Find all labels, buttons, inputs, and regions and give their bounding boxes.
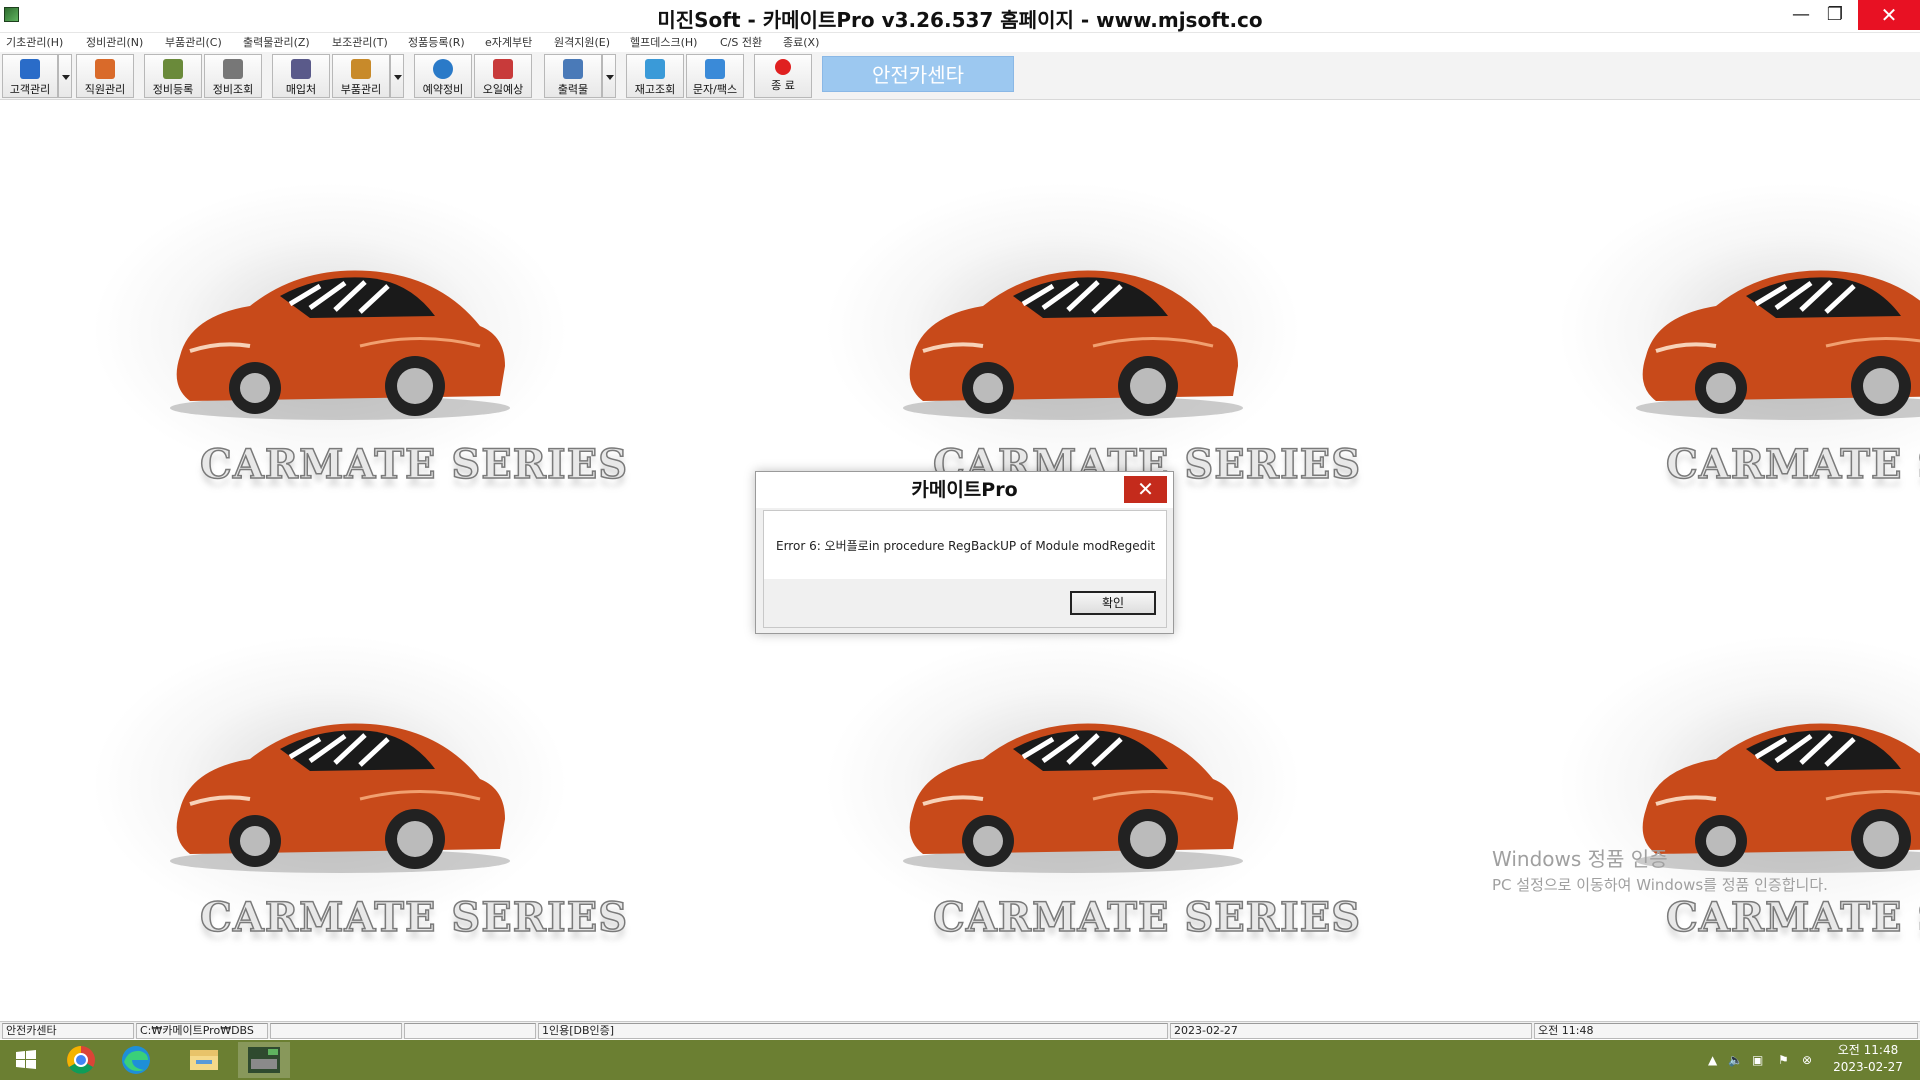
- edge-taskbar-button[interactable]: [110, 1042, 162, 1078]
- brand-text: CARMATE SERIES: [1665, 893, 1920, 942]
- message-icon: [705, 59, 725, 79]
- reservation-icon: [433, 59, 453, 79]
- notification-icon[interactable]: ⊗: [1802, 1040, 1812, 1080]
- chevron-down-icon: [62, 75, 70, 80]
- print-dropdown[interactable]: [602, 54, 616, 98]
- menu-parts[interactable]: 부품관리(C): [165, 34, 222, 50]
- repair-search-icon: [223, 59, 243, 79]
- staff-icon: [95, 59, 115, 79]
- brand-tile: CARMATE SERIES: [30, 121, 630, 541]
- parts-dropdown[interactable]: [390, 54, 404, 98]
- car-image: [1636, 270, 1920, 420]
- menu-helpdesk[interactable]: 헬프데스크(H): [630, 34, 697, 50]
- message-fax-button[interactable]: 문자/팩스: [686, 54, 744, 98]
- status-path: C:₩카메이트Pro₩DBS: [136, 1023, 268, 1039]
- maximize-button[interactable]: ❐: [1812, 0, 1858, 30]
- staff-button[interactable]: 직원관리: [76, 54, 134, 98]
- print-button[interactable]: 출력물: [544, 54, 602, 98]
- brand-text: CARMATE SERIES: [199, 440, 629, 489]
- status-blank-1: [270, 1023, 402, 1039]
- tray-chevron-icon[interactable]: ▲: [1708, 1040, 1717, 1080]
- chevron-down-icon: [606, 75, 614, 80]
- carmate-pro-icon: [248, 1047, 280, 1073]
- chrome-taskbar-button[interactable]: [55, 1042, 107, 1078]
- menu-exit[interactable]: 종료(X): [783, 34, 819, 50]
- explorer-taskbar-button[interactable]: [178, 1042, 230, 1078]
- repair-register-button[interactable]: 정비등록: [144, 54, 202, 98]
- menu-remote[interactable]: 원격지원(E): [554, 34, 610, 50]
- car-image: [903, 723, 1243, 873]
- menu-ebook[interactable]: e자계부탄: [485, 34, 532, 50]
- taskbar: ▲ 🔈 ▣ ⚑ ⊗ 오전 11:48 2023-02-27: [0, 1040, 1920, 1080]
- car-image: [170, 270, 510, 420]
- title-bar: 미진Soft - 카메이트Pro v3.26.537 홈페이지 - www.mj…: [0, 0, 1920, 33]
- customer-icon: [20, 59, 40, 79]
- brand-text: CARMATE SERIES: [932, 893, 1362, 942]
- menu-bar: 기초관리(H) 정비관리(N) 부품관리(C) 출력물관리(Z) 보조관리(T)…: [0, 33, 1920, 51]
- supplier-icon: [291, 59, 311, 79]
- close-button[interactable]: ✕: [1858, 0, 1920, 30]
- brand-text: CARMATE SERIES: [1665, 440, 1920, 489]
- chrome-icon: [67, 1046, 95, 1074]
- safety-center-button[interactable]: 안전카센타: [822, 56, 1014, 92]
- brand-tile: CARMATE SERIES: [763, 574, 1363, 994]
- chevron-down-icon: [394, 75, 402, 80]
- customer-dropdown[interactable]: [58, 54, 72, 98]
- inventory-icon: [645, 59, 665, 79]
- repair-register-icon: [163, 59, 183, 79]
- dialog-body: Error 6: 오버플로in procedure RegBackUP of M…: [763, 510, 1167, 628]
- exit-icon: [775, 59, 791, 75]
- volume-icon[interactable]: 🔈: [1728, 1040, 1743, 1080]
- watermark-title: Windows 정품 인증: [1492, 847, 1668, 871]
- windows-activation-watermark: Windows 정품 인증 PC 설정으로 이동하여 Windows를 정품 인…: [1492, 843, 1828, 895]
- brand-tile: CARMATE SERIES: [1496, 121, 1920, 541]
- reservation-button[interactable]: 예약정비: [414, 54, 472, 98]
- windows-start-icon: [16, 1050, 36, 1069]
- supplier-button[interactable]: 매입처: [272, 54, 330, 98]
- file-explorer-icon: [190, 1050, 218, 1070]
- error-message: Error 6: 오버플로in procedure RegBackUP of M…: [776, 539, 1156, 553]
- menu-print[interactable]: 출력물관리(Z): [243, 34, 310, 50]
- oil-forecast-button[interactable]: 오일예상: [474, 54, 532, 98]
- menu-cs-switch[interactable]: C/S 전환: [720, 34, 762, 50]
- customer-button[interactable]: 고객관리: [2, 54, 58, 98]
- brand-tile: CARMATE SERIES: [30, 574, 630, 994]
- status-bar: 안전카센타 C:₩카메이트Pro₩DBS 1인용[DB인증] 2023-02-2…: [0, 1021, 1920, 1039]
- clock-date: 2023-02-27: [1833, 1060, 1903, 1074]
- parts-button[interactable]: 부품관리: [332, 54, 390, 98]
- carmate-taskbar-button[interactable]: [238, 1042, 290, 1078]
- oil-icon: [493, 59, 513, 79]
- exit-button[interactable]: 종 료: [754, 54, 812, 98]
- action-center-icon[interactable]: ⚑: [1778, 1040, 1789, 1080]
- menu-register[interactable]: 정품등록(R): [408, 34, 465, 50]
- menu-repair[interactable]: 정비관리(N): [86, 34, 143, 50]
- car-image: [903, 270, 1243, 420]
- car-image: [170, 723, 510, 873]
- status-blank-2: [404, 1023, 536, 1039]
- taskbar-clock[interactable]: 오전 11:48 2023-02-27: [1818, 1042, 1918, 1076]
- status-license: 1인용[DB인증]: [538, 1023, 1168, 1039]
- menu-aux[interactable]: 보조관리(T): [332, 34, 388, 50]
- windows-start-button[interactable]: [0, 1042, 52, 1078]
- clock-time: 오전 11:48: [1837, 1043, 1899, 1057]
- status-time: 오전 11:48: [1534, 1023, 1918, 1039]
- network-icon[interactable]: ▣: [1752, 1040, 1763, 1080]
- parts-icon: [351, 59, 371, 79]
- edge-icon: [122, 1046, 150, 1074]
- repair-search-button[interactable]: 정비조회: [204, 54, 262, 98]
- dialog-close-button[interactable]: ✕: [1124, 476, 1167, 503]
- inventory-button[interactable]: 재고조회: [626, 54, 684, 98]
- status-date: 2023-02-27: [1170, 1023, 1532, 1039]
- menu-basic[interactable]: 기초관리(H): [6, 34, 63, 50]
- watermark-subtitle: PC 설정으로 이동하여 Windows를 정품 인증합니다.: [1492, 876, 1828, 894]
- ok-button[interactable]: 확인: [1070, 591, 1156, 615]
- status-shop: 안전카센타: [2, 1023, 134, 1039]
- dialog-title: 카메이트Pro: [756, 472, 1173, 508]
- brand-text: CARMATE SERIES: [199, 893, 629, 942]
- printer-icon: [563, 59, 583, 79]
- brand-tile: CARMATE SERIES: [1496, 574, 1920, 994]
- window-title: 미진Soft - 카메이트Pro v3.26.537 홈페이지 - www.mj…: [657, 8, 1263, 32]
- error-dialog: 카메이트Pro ✕ Error 6: 오버플로in procedure RegB…: [755, 471, 1174, 634]
